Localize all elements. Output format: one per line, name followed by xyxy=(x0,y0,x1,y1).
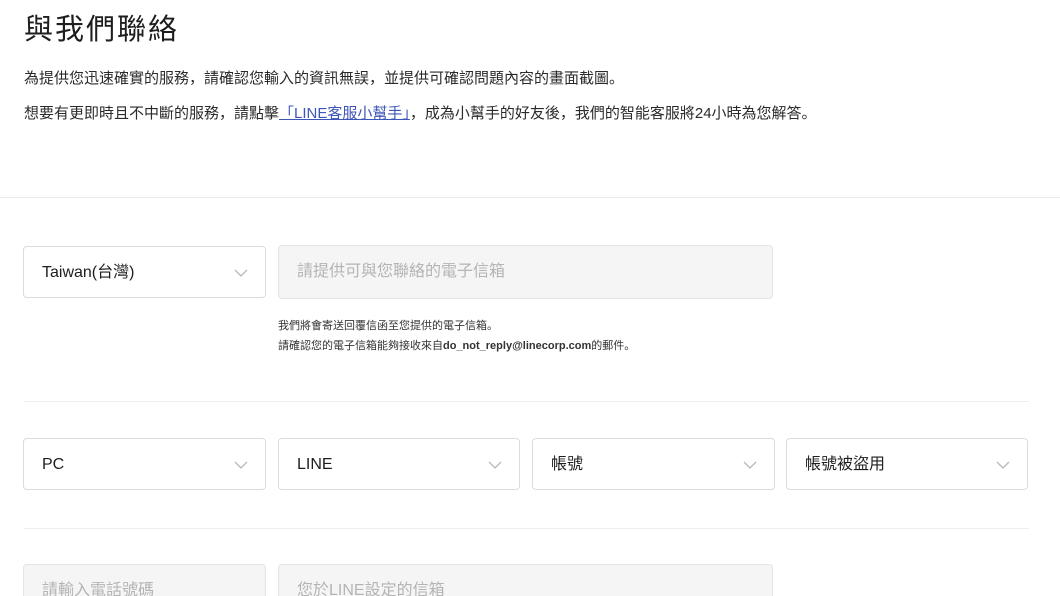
subcategory-select[interactable]: 帳號被盜用 xyxy=(786,438,1028,490)
chevron-down-icon xyxy=(488,461,502,469)
chevron-down-icon xyxy=(996,461,1010,469)
email-hint-sender: do_not_reply@linecorp.com xyxy=(443,340,592,352)
intro-line-2-before: 想要有更即時且不中斷的服務，請點擊 xyxy=(24,105,280,122)
category-select[interactable]: 帳號 xyxy=(532,438,775,490)
country-select-value: Taiwan(台灣) xyxy=(42,264,135,281)
device-select[interactable]: PC xyxy=(23,438,266,490)
phone-input[interactable] xyxy=(23,564,266,596)
intro-text: 為提供您迅速確實的服務，請確認您輸入的資訊無誤，並提供可確認問題內容的畫面截圖。… xyxy=(24,68,1014,135)
device-select-value: PC xyxy=(42,456,65,473)
page-title: 與我們聯絡 xyxy=(24,14,180,46)
line-email-input[interactable] xyxy=(278,564,773,596)
chevron-down-icon xyxy=(234,269,248,277)
row-divider xyxy=(24,401,1029,402)
chevron-down-icon xyxy=(743,461,757,469)
intro-line-2: 想要有更即時且不中斷的服務，請點擊「LINE客服小幫手」，成為小幫手的好友後，我… xyxy=(24,103,1014,125)
country-select[interactable]: Taiwan(台灣) xyxy=(23,246,266,298)
service-select-value: LINE xyxy=(297,456,333,473)
email-hint-line-2-before: 請確認您的電子信箱能夠接收來自 xyxy=(278,340,443,352)
email-hint-line-2: 請確認您的電子信箱能夠接收來自do_not_reply@linecorp.com… xyxy=(278,336,635,356)
email-hint-line-1: 我們將會寄送回覆信函至您提供的電子信箱。 xyxy=(278,320,498,332)
subcategory-select-value: 帳號被盜用 xyxy=(805,456,886,473)
contact-page: 與我們聯絡 為提供您迅速確實的服務，請確認您輸入的資訊無誤，並提供可確認問題內容… xyxy=(0,0,1060,596)
chevron-down-icon xyxy=(234,461,248,469)
intro-line-2-after: ，成為小幫手的好友後，我們的智能客服將24小時為您解答。 xyxy=(409,105,817,122)
row-divider xyxy=(24,528,1029,529)
section-divider xyxy=(0,197,1060,198)
service-select[interactable]: LINE xyxy=(278,438,520,490)
intro-line-1: 為提供您迅速確實的服務，請確認您輸入的資訊無誤，並提供可確認問題內容的畫面截圖。 xyxy=(24,70,625,87)
category-select-value: 帳號 xyxy=(551,456,584,473)
email-hint-line-2-after: 的郵件。 xyxy=(591,340,636,352)
email-input[interactable] xyxy=(278,245,773,299)
email-hint: 我們將會寄送回覆信函至您提供的電子信箱。 請確認您的電子信箱能夠接收來自do_n… xyxy=(278,316,635,356)
line-support-link[interactable]: 「LINE客服小幫手」 xyxy=(279,105,410,122)
